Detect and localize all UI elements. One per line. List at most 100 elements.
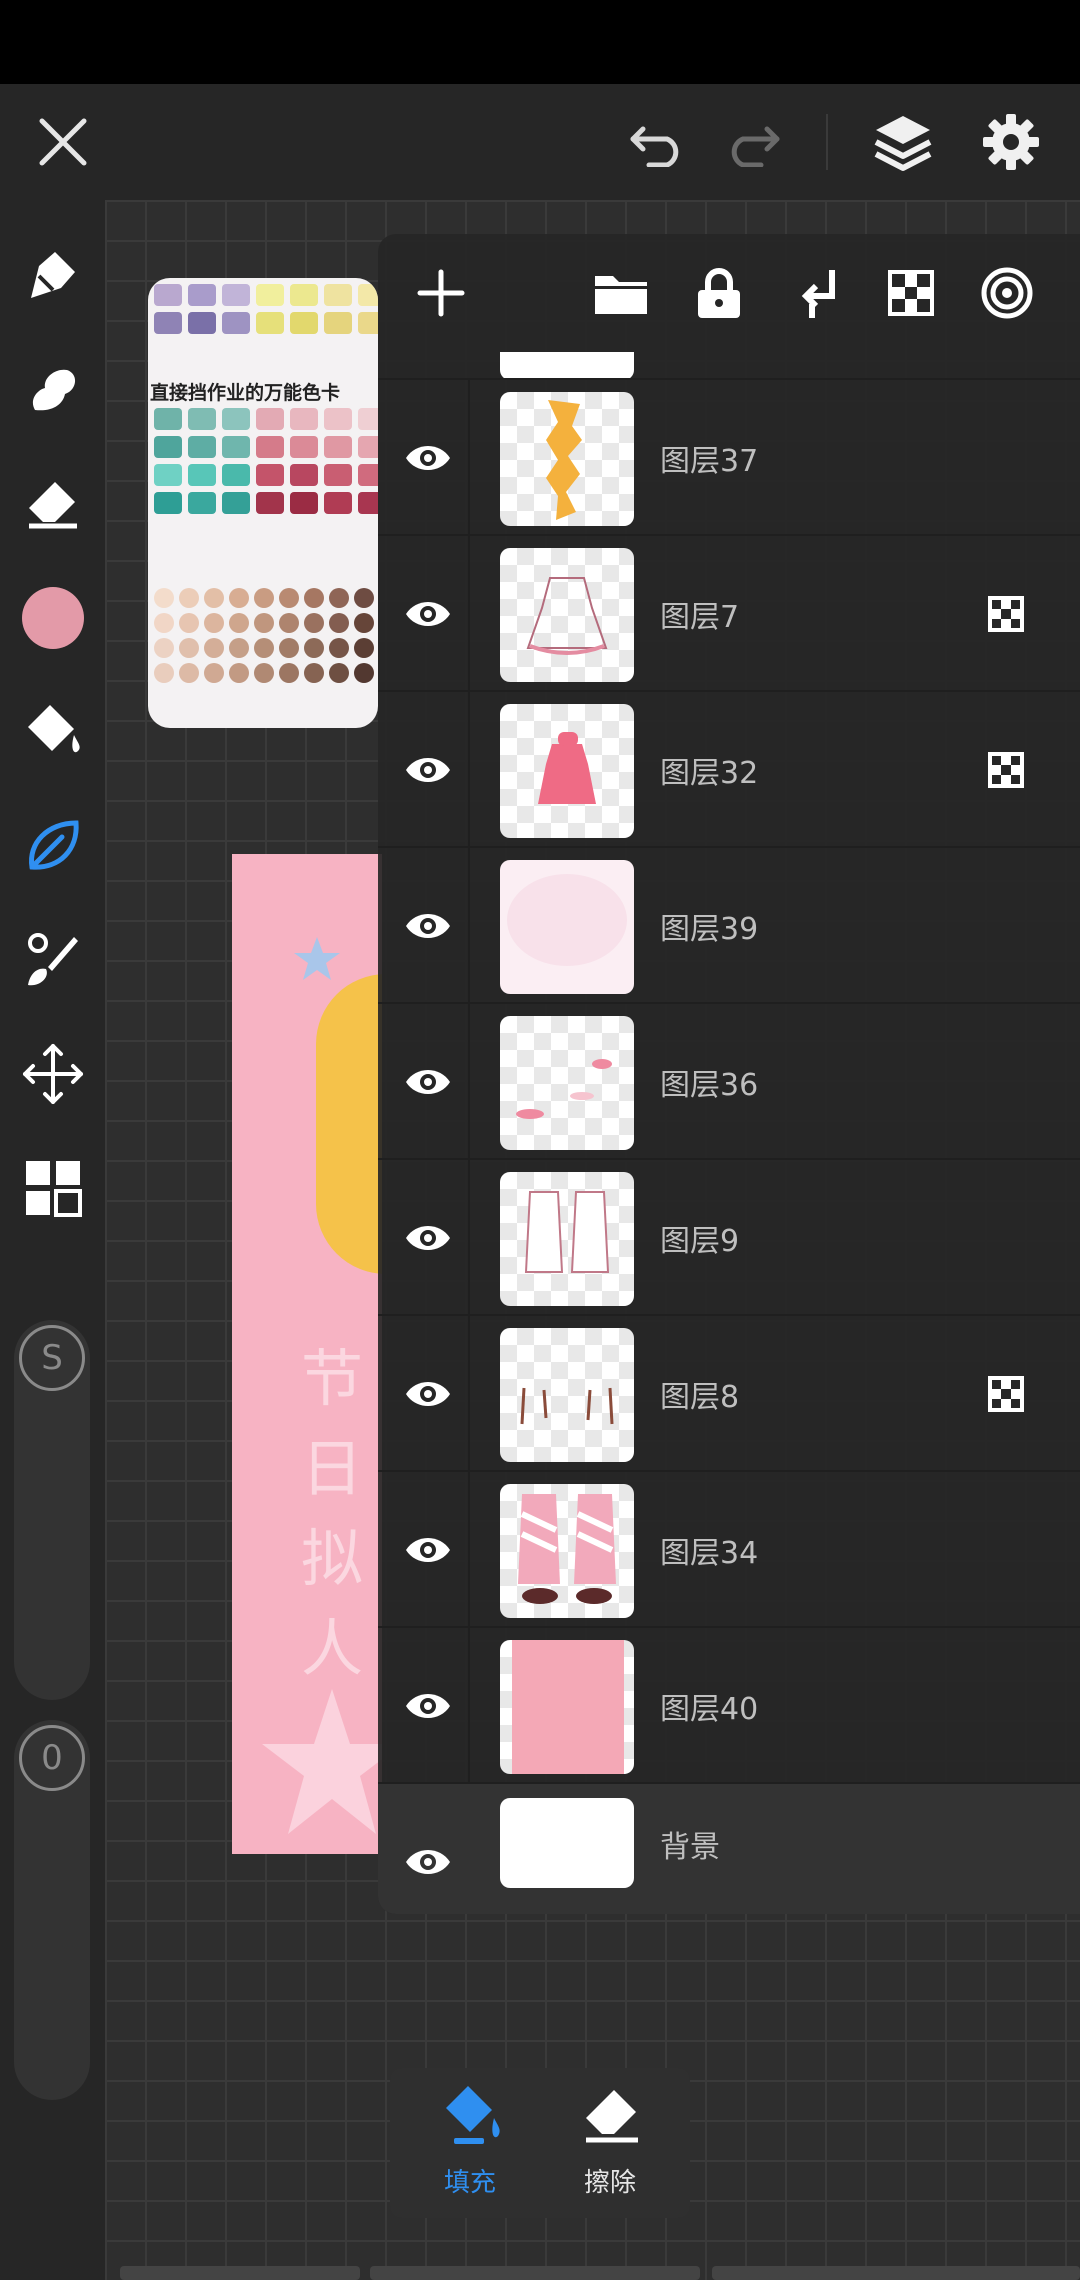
- redo-button[interactable]: [708, 84, 798, 200]
- opacity-knob[interactable]: 0: [19, 1725, 85, 1791]
- layers-panel: 图层37 图层7 图层32 图层39 图层36 图层9 图层8 图层34 图层4…: [378, 234, 1080, 1914]
- layer-row[interactable]: 图层40: [378, 1626, 1080, 1784]
- close-button[interactable]: [18, 84, 108, 200]
- add-icon: [417, 269, 465, 317]
- swatch: [256, 408, 284, 430]
- bottom-tab[interactable]: [712, 2266, 1080, 2280]
- eye-icon: [406, 1538, 450, 1562]
- row-divider: [468, 536, 470, 692]
- visibility-toggle[interactable]: [398, 1520, 458, 1580]
- settings-button[interactable]: [966, 84, 1056, 200]
- eye-icon: [406, 1850, 450, 1874]
- layers-button[interactable]: [858, 84, 948, 200]
- thumb-art: [516, 1059, 612, 1119]
- swatch: [179, 613, 199, 633]
- fill-tool[interactable]: [0, 682, 105, 782]
- layer-name: 图层34: [660, 1536, 759, 1571]
- swatch: [229, 588, 249, 608]
- swatch: [254, 613, 274, 633]
- fill-mode-button[interactable]: 填充: [400, 2068, 540, 2218]
- smudge-icon: [32, 369, 75, 411]
- swatch: [329, 638, 349, 658]
- clipping-mask-icon[interactable]: [986, 750, 1026, 790]
- bottom-tab[interactable]: [370, 2266, 700, 2280]
- thumb-art: [520, 1387, 614, 1425]
- pencil-tool[interactable]: [0, 226, 105, 326]
- layer-row[interactable]: 图层39: [378, 846, 1080, 1004]
- swatch: [329, 663, 349, 683]
- artwork-text: 节日拟人: [300, 1342, 363, 1685]
- add-layer-button[interactable]: [396, 248, 486, 338]
- fill-bucket-icon: [446, 2086, 500, 2144]
- row-divider: [468, 1628, 470, 1784]
- target-button[interactable]: [962, 248, 1052, 338]
- leaf-brush-tool[interactable]: [0, 796, 105, 896]
- eye-icon: [406, 1070, 450, 1094]
- reference-image[interactable]: 直接挡作业的万能色卡: [148, 278, 378, 728]
- layer-row[interactable]: 图层36: [378, 1002, 1080, 1160]
- swatch: [154, 408, 182, 430]
- visibility-toggle[interactable]: [398, 1052, 458, 1112]
- eraser-tool[interactable]: [0, 454, 105, 554]
- swatch: [179, 638, 199, 658]
- background-layer-row[interactable]: 背景: [378, 1782, 1080, 1914]
- visibility-toggle[interactable]: [398, 428, 458, 488]
- close-icon: [39, 118, 87, 166]
- swatch: [279, 638, 299, 658]
- lock-button[interactable]: [674, 248, 764, 338]
- layer-name: 图层40: [660, 1692, 759, 1727]
- gear-icon: [983, 114, 1039, 170]
- bottom-tab[interactable]: [120, 2266, 360, 2280]
- clipping-mask-icon[interactable]: [986, 1374, 1026, 1414]
- swatch: [154, 613, 174, 633]
- layer-row[interactable]: 图层32: [378, 690, 1080, 848]
- swatch: [358, 408, 378, 430]
- visibility-toggle[interactable]: [398, 1832, 458, 1892]
- transform-tool[interactable]: [0, 1024, 105, 1124]
- layer-row[interactable]: 图层7: [378, 534, 1080, 692]
- brush-size-slider[interactable]: S: [14, 1320, 90, 1700]
- character-hair: [316, 974, 382, 1274]
- folder-button[interactable]: [576, 248, 666, 338]
- eye-icon: [406, 914, 450, 938]
- opacity-slider[interactable]: 0: [14, 1720, 90, 2100]
- erase-mode-button[interactable]: 擦除: [540, 2068, 680, 2218]
- visibility-toggle[interactable]: [398, 740, 458, 800]
- gallery-tool[interactable]: [0, 1138, 105, 1238]
- brush-size-knob[interactable]: S: [19, 1325, 85, 1391]
- layer-thumbnail: [500, 1016, 634, 1150]
- layer-thumbnail: [500, 860, 634, 994]
- undo-button[interactable]: [612, 84, 702, 200]
- swatch: [256, 436, 284, 458]
- layer-row[interactable]: 图层8: [378, 1314, 1080, 1472]
- swatch: [154, 663, 174, 683]
- visibility-toggle[interactable]: [398, 584, 458, 644]
- lock-icon: [698, 268, 740, 318]
- visibility-toggle[interactable]: [398, 1364, 458, 1424]
- merge-down-button[interactable]: [772, 248, 862, 338]
- clipping-mask-icon[interactable]: [986, 594, 1026, 634]
- color-picker[interactable]: [0, 568, 105, 668]
- swatch: [222, 436, 250, 458]
- visibility-toggle[interactable]: [398, 896, 458, 956]
- layer-row[interactable]: 图层37: [378, 378, 1080, 536]
- smudge-tool[interactable]: [0, 340, 105, 440]
- layer-row[interactable]: 图层34: [378, 1470, 1080, 1628]
- artwork[interactable]: 节日拟人: [232, 854, 382, 1854]
- layer-row[interactable]: 图层9: [378, 1158, 1080, 1316]
- swatch: [154, 464, 182, 486]
- visibility-toggle[interactable]: [398, 1208, 458, 1268]
- visibility-toggle[interactable]: [398, 1676, 458, 1736]
- swatch: [358, 492, 378, 514]
- brush-tool[interactable]: [0, 910, 105, 1010]
- redo-icon: [731, 126, 780, 167]
- row-divider: [468, 380, 470, 536]
- target-icon: [981, 267, 1033, 319]
- swatch: [222, 408, 250, 430]
- alpha-lock-button[interactable]: [866, 248, 956, 338]
- grid-icon: [25, 1161, 82, 1217]
- fill-mode-popup: 填充 擦除: [390, 2068, 690, 2218]
- swatch: [204, 663, 224, 683]
- swatch: [222, 312, 250, 334]
- swatch: [229, 638, 249, 658]
